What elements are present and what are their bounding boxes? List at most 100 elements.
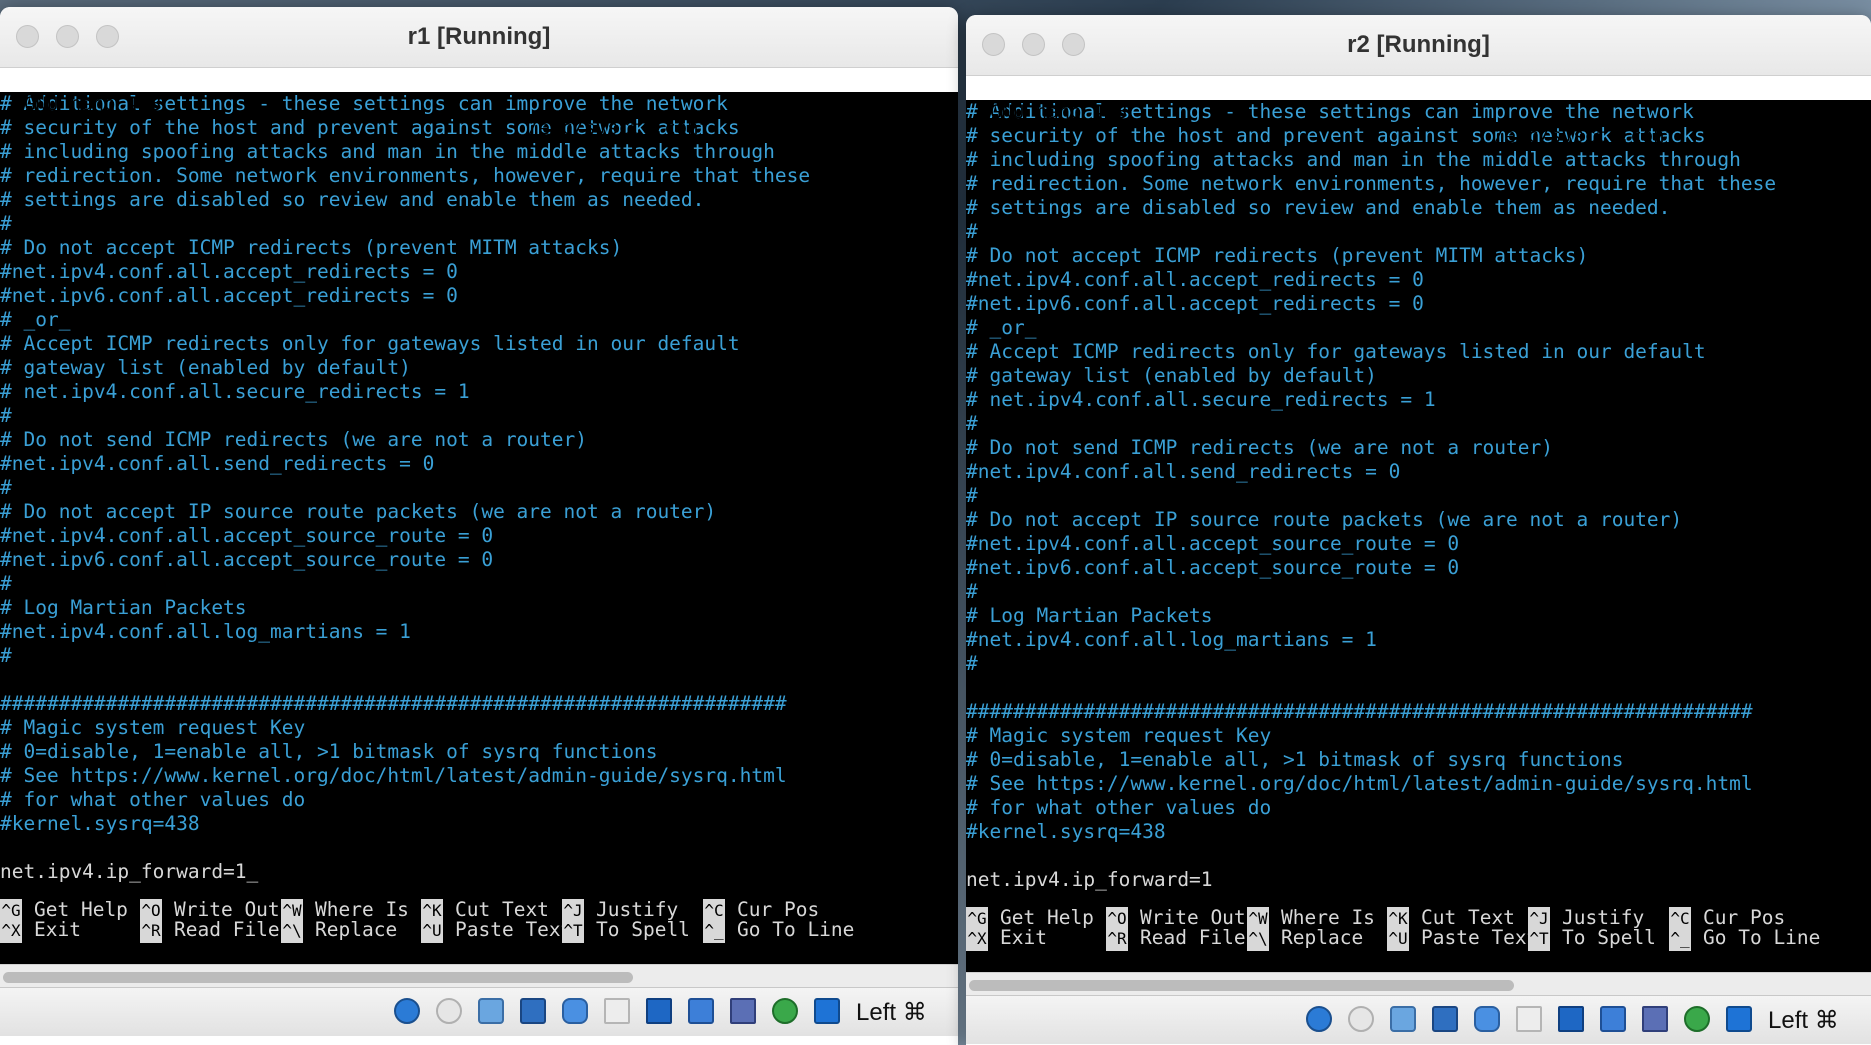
line-text: # settings are disabled so review and en… <box>966 196 1671 219</box>
shortcut-label: Read File <box>1140 926 1246 949</box>
terminal-line: # redirection. Some network environments… <box>966 172 1871 196</box>
optical-drive-icon[interactable] <box>436 998 462 1024</box>
terminal-line: #net.ipv6.conf.all.accept_redirects = 0 <box>0 284 958 308</box>
desktop: r1 [Running] GNU nano 4.8 /etc/sysctl.co… <box>0 0 1871 1045</box>
line-text: # Do not accept IP source route packets … <box>0 500 717 523</box>
terminal-line: # 0=disable, 1=enable all, >1 bitmask of… <box>966 748 1871 772</box>
optical-drive-icon[interactable] <box>1348 1006 1374 1032</box>
terminal-line: # <box>966 652 1871 676</box>
shortcut-key: ^X <box>0 919 22 943</box>
line-text: # See https://www.kernel.org/doc/html/la… <box>0 764 787 787</box>
terminal-line: # <box>0 572 958 596</box>
terminal-line: # Accept ICMP redirects only for gateway… <box>0 332 958 356</box>
cpu-icon[interactable] <box>772 998 798 1024</box>
terminal-line: # <box>0 476 958 500</box>
line-text: ########################################… <box>0 692 787 715</box>
line-text: # Do not accept ICMP redirects (prevent … <box>966 244 1589 267</box>
line-text: # <box>0 476 12 499</box>
audio-icon[interactable] <box>1390 1006 1416 1032</box>
line-text: # gateway list (enabled by default) <box>966 364 1377 387</box>
terminal-line: # Do not accept IP source route packets … <box>0 500 958 524</box>
line-text: # <box>0 404 12 427</box>
line-text: # <box>966 652 978 675</box>
line-text: #net.ipv6.conf.all.accept_redirects = 0 <box>0 284 458 307</box>
host-key-label: Left ⌘ <box>856 999 927 1026</box>
shortcut-paste-text: ^U Paste Text <box>421 918 572 943</box>
mouse-integration-icon[interactable] <box>814 998 840 1024</box>
line-text: # _or_ <box>0 308 71 331</box>
scrollbar-thumb[interactable] <box>3 972 633 983</box>
vm-window-r2[interactable]: r2 [Running] GNU nano 4.8 /etc/sysctl.co… <box>966 15 1871 1045</box>
terminal-line: #net.ipv4.conf.all.accept_source_route =… <box>966 532 1871 556</box>
horizontal-scrollbar[interactable] <box>0 964 958 987</box>
shortcut-key: ^\ <box>1247 927 1269 951</box>
line-text: # _or_ <box>966 316 1037 339</box>
vm-window-r1[interactable]: r1 [Running] GNU nano 4.8 /etc/sysctl.co… <box>0 7 958 1045</box>
line-text: # See https://www.kernel.org/doc/html/la… <box>966 772 1753 795</box>
terminal-line: #net.ipv6.conf.all.accept_source_route =… <box>966 556 1871 580</box>
window-titlebar[interactable]: r2 [Running] <box>966 15 1871 76</box>
nano-header: GNU nano 4.8 /etc/sysctl.conf <box>966 76 1871 147</box>
shortcut-label: Go To Line <box>1703 926 1821 949</box>
scrollbar-thumb[interactable] <box>969 980 1514 991</box>
nano-header: GNU nano 4.8 /etc/sysctl.conf <box>0 68 958 139</box>
shortcut-exit: ^X Exit <box>0 918 81 943</box>
terminal-line: #net.ipv4.conf.all.send_redirects = 0 <box>0 452 958 476</box>
line-text: #net.ipv4.conf.all.send_redirects = 0 <box>966 460 1401 483</box>
screen-capture-icon[interactable] <box>688 998 714 1024</box>
network-icon[interactable] <box>1432 1006 1458 1032</box>
nano-shortcut-bar: ^G Get Help ^O Write Out ^W Where Is ^K Cut Tex… <box>0 892 958 964</box>
terminal-content[interactable]: # Additional settings - these settings c… <box>966 100 1871 900</box>
terminal-line: #kernel.sysrq=438 <box>0 812 958 836</box>
terminal-line: net.ipv4.ip_forward=1 <box>966 868 1871 892</box>
text-cursor: _ <box>246 860 259 883</box>
shared-folder-icon[interactable] <box>604 998 630 1024</box>
line-text: # Magic system request Key <box>0 716 306 739</box>
vm-statusbar: Left ⌘ <box>0 987 958 1036</box>
network-icon[interactable] <box>520 998 546 1024</box>
terminal-line: # See https://www.kernel.org/doc/html/la… <box>966 772 1871 796</box>
terminal-line: # security of the host and prevent again… <box>0 116 958 140</box>
terminal-line: # settings are disabled so review and en… <box>966 196 1871 220</box>
cpu-icon[interactable] <box>1684 1006 1710 1032</box>
terminal-line: # Log Martian Packets <box>966 604 1871 628</box>
shortcut-key: ^T <box>562 919 584 943</box>
mouse-integration-icon[interactable] <box>1726 1006 1752 1032</box>
horizontal-scrollbar[interactable] <box>966 972 1871 995</box>
terminal-line: # Magic system request Key <box>966 724 1871 748</box>
terminal-line: ########################################… <box>966 700 1871 724</box>
terminal-line: #net.ipv6.conf.all.accept_redirects = 0 <box>966 292 1871 316</box>
shortcut-key: ^U <box>421 919 443 943</box>
usb-icon[interactable] <box>562 998 588 1024</box>
hard-disk-icon[interactable] <box>394 998 420 1024</box>
display-icon[interactable] <box>1558 1006 1584 1032</box>
window-titlebar[interactable]: r1 [Running] <box>0 7 958 68</box>
shortcut-paste-text: ^U Paste Text <box>1387 926 1538 951</box>
line-text: # Magic system request Key <box>966 724 1272 747</box>
shortcut-key: ^\ <box>281 919 303 943</box>
line-text: # gateway list (enabled by default) <box>0 356 411 379</box>
terminal-line: # Do not send ICMP redirects (we are not… <box>0 428 958 452</box>
audio-icon[interactable] <box>478 998 504 1024</box>
terminal-line: # security of the host and prevent again… <box>966 124 1871 148</box>
line-text: # net.ipv4.conf.all.secure_redirects = 1 <box>0 380 470 403</box>
display-icon[interactable] <box>646 998 672 1024</box>
hard-disk-icon[interactable] <box>1306 1006 1332 1032</box>
terminal-line: # <box>966 220 1871 244</box>
line-text: # <box>0 572 12 595</box>
line-text: #net.ipv4.conf.all.log_martians = 1 <box>0 620 411 643</box>
video-capture-icon[interactable] <box>1642 1006 1668 1032</box>
shortcut-label: Exit <box>34 918 81 941</box>
terminal-line: # Accept ICMP redirects only for gateway… <box>966 340 1871 364</box>
terminal-line: # gateway list (enabled by default) <box>0 356 958 380</box>
line-text: # Do not accept ICMP redirects (prevent … <box>0 236 623 259</box>
shortcut-label: Read File <box>174 918 280 941</box>
terminal-content[interactable]: # Additional settings - these settings c… <box>0 92 958 892</box>
video-capture-icon[interactable] <box>730 998 756 1024</box>
usb-icon[interactable] <box>1474 1006 1500 1032</box>
terminal-line: # <box>966 580 1871 604</box>
line-text: # <box>0 212 12 235</box>
screen-capture-icon[interactable] <box>1600 1006 1626 1032</box>
line-text: #net.ipv4.conf.all.accept_source_route =… <box>0 524 494 547</box>
shared-folder-icon[interactable] <box>1516 1006 1542 1032</box>
